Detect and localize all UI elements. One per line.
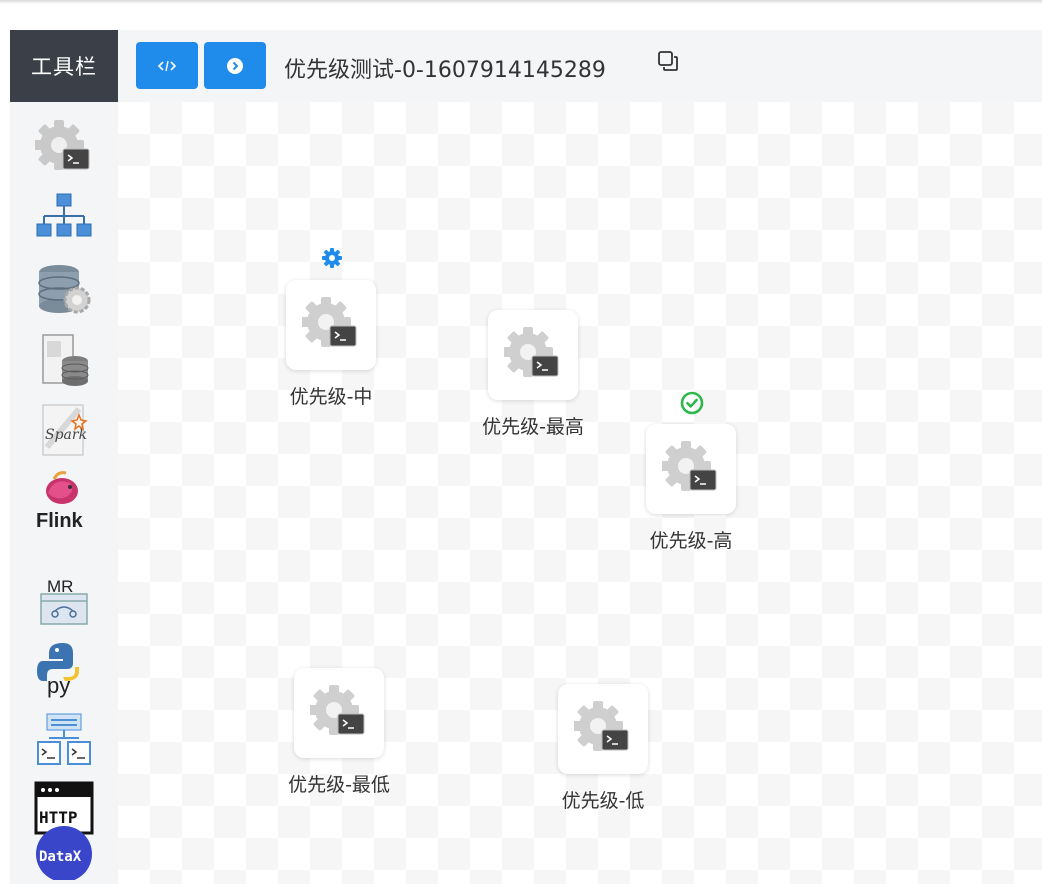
toolbar: 工具栏 Spark Flink MR py HTTP DataX: [10, 30, 118, 884]
shell-task-icon: [310, 685, 365, 735]
workflow-title: 优先级测试-0-1607914145289: [284, 58, 606, 83]
toolbar-item-shell[interactable]: [10, 118, 118, 178]
view-code-button[interactable]: [136, 42, 198, 89]
spark-icon: Spark: [42, 404, 88, 456]
task-node-label: 优先级-低: [561, 790, 645, 812]
datax-icon: DataX: [36, 826, 92, 880]
shell-task-icon: [662, 441, 717, 491]
toolbar-item-python[interactable]: py: [10, 640, 118, 700]
dag-canvas[interactable]: 优先级-中 优先级-最高 优先级-高 优先级-最低 优先级-低: [118, 102, 1042, 884]
mapreduce-icon: MR: [40, 577, 88, 625]
workflow-header: 优先级测试-0-1607914145289: [118, 30, 1042, 102]
toolbar-item-procedure[interactable]: [10, 259, 118, 319]
task-node-box[interactable]: [558, 684, 648, 774]
task-node-label: 优先级-高: [649, 530, 733, 552]
svg-text:MR: MR: [47, 577, 73, 596]
sql-database-icon: [42, 334, 89, 386]
sub-process-icon: [36, 193, 92, 237]
task-node-low[interactable]: 优先级-低: [523, 684, 683, 813]
gear-icon: [322, 248, 342, 268]
flink-icon: Flink: [36, 471, 84, 531]
dependent-icon: [37, 713, 91, 765]
database-gear-icon: [38, 265, 91, 314]
run-workflow-button[interactable]: [204, 42, 266, 89]
task-node-label: 优先级-中: [289, 386, 373, 408]
copy-icon[interactable]: [657, 50, 679, 72]
toolbar-item-flink[interactable]: Flink: [10, 470, 118, 531]
toolbar-item-sql[interactable]: [10, 330, 118, 390]
toolbar-title: 工具栏: [10, 30, 118, 102]
task-node-mid[interactable]: 优先级-中: [251, 280, 411, 409]
svg-text:DataX: DataX: [39, 849, 82, 865]
task-node-box[interactable]: [286, 280, 376, 370]
task-node-box[interactable]: [488, 310, 578, 400]
shell-task-icon: [574, 701, 629, 751]
task-node-lowest[interactable]: 优先级-最低: [259, 668, 419, 797]
task-node-high[interactable]: 优先级-高: [611, 424, 771, 553]
check-circle-icon: [680, 391, 704, 415]
window-top-edge: [0, 0, 1042, 4]
toolbar-item-spark[interactable]: Spark: [10, 400, 118, 460]
toolbar-item-dependent[interactable]: [10, 710, 118, 770]
toolbar-item-sub-process[interactable]: [10, 188, 118, 248]
toolbar-item-mr[interactable]: MR: [10, 570, 118, 630]
shell-gear-icon: [35, 120, 90, 170]
svg-text:Flink: Flink: [36, 510, 84, 531]
chevron-right-circle-icon: [227, 57, 243, 74]
task-node-box[interactable]: [294, 668, 384, 758]
task-node-box[interactable]: [646, 424, 736, 514]
svg-text:Spark: Spark: [45, 427, 87, 443]
code-icon: [158, 60, 176, 71]
shell-task-icon: [504, 327, 559, 377]
task-node-highest[interactable]: 优先级-最高: [453, 310, 613, 439]
svg-text:py: py: [47, 673, 70, 698]
shell-task-icon: [302, 297, 357, 347]
python-icon: py: [37, 643, 79, 698]
task-node-label: 优先级-最高: [482, 416, 584, 438]
task-node-label: 优先级-最低: [288, 774, 390, 796]
toolbar-item-datax[interactable]: DataX: [10, 816, 118, 884]
